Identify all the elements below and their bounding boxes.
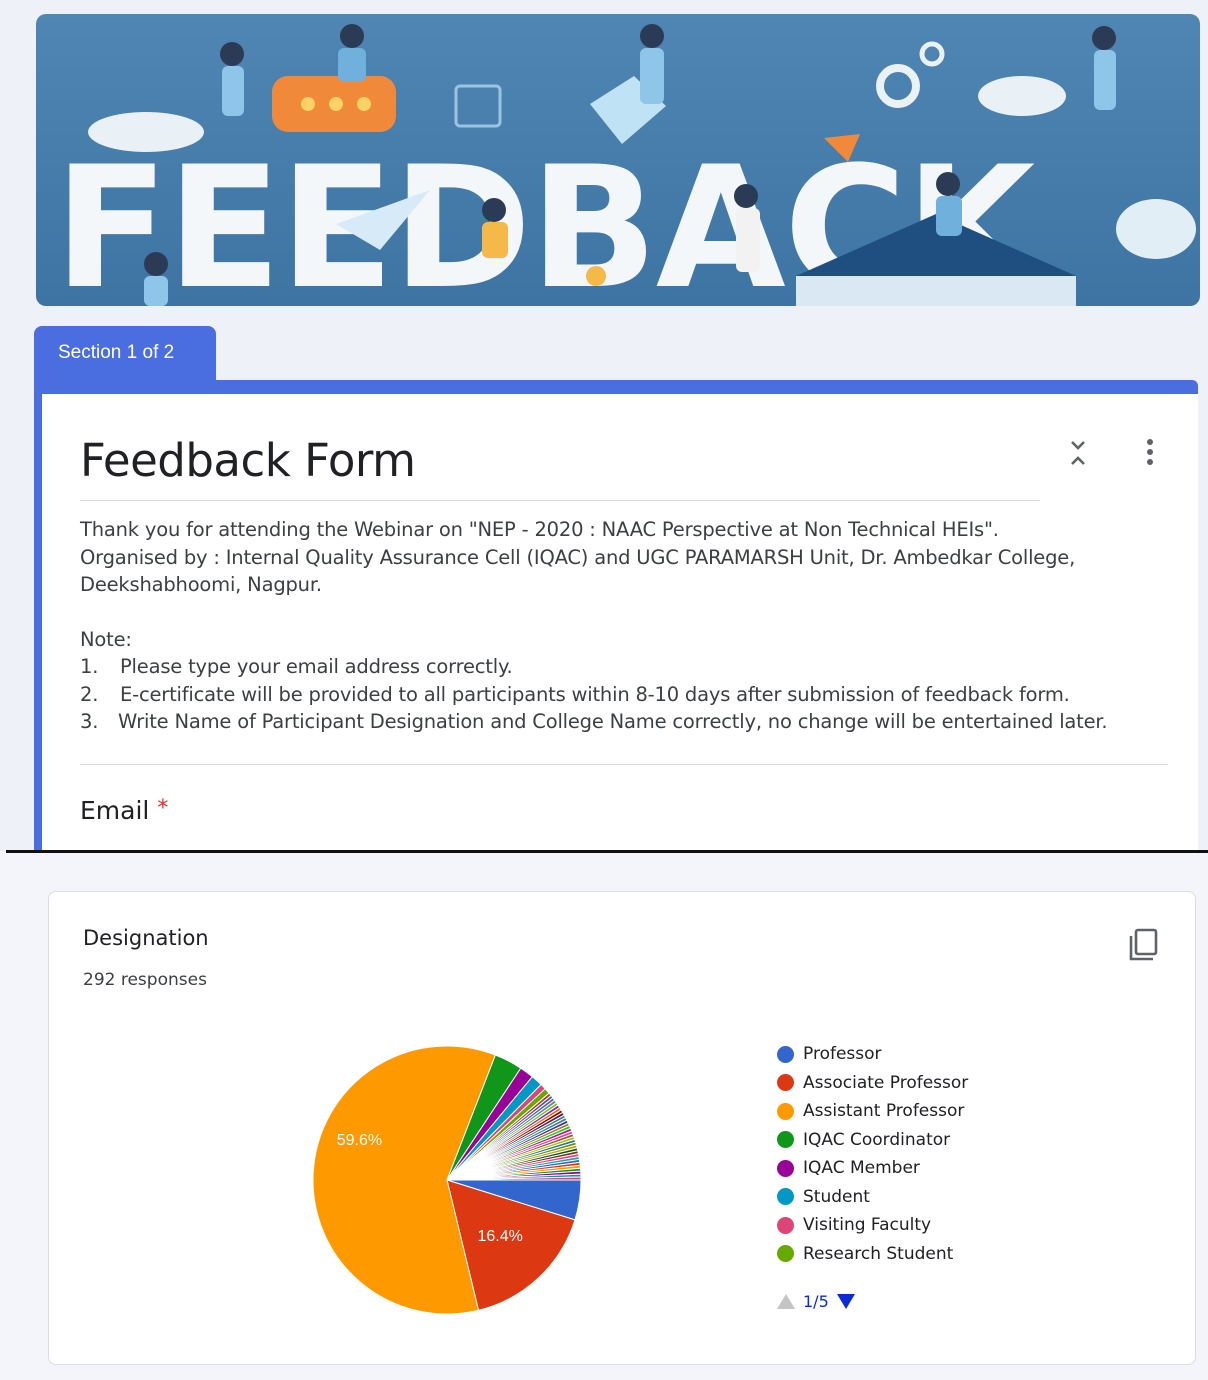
legend-pager: 1/5 [777, 1292, 855, 1311]
legend-item[interactable]: Research Student [777, 1240, 968, 1269]
chart-legend: Professor Associate Professor Assistant Pr… [777, 1040, 968, 1268]
collapse-section-button[interactable] [1064, 436, 1092, 470]
legend-item[interactable]: Student [777, 1183, 968, 1212]
arrow-down-icon[interactable] [836, 1294, 855, 1309]
form-title-card[interactable]: Feedback Form Thank you for attending th… [34, 394, 1198, 852]
required-asterisk: * [157, 796, 169, 821]
legend-swatch [777, 1216, 794, 1234]
copy-chart-button[interactable] [1125, 926, 1161, 964]
note-item: 2. E-certificate will be provided to all… [80, 682, 1070, 706]
legend-swatch [777, 1188, 794, 1206]
feedback-banner-illustration: FEEDBACK [36, 14, 1200, 306]
description-line: Thank you for attending the Webinar on "… [80, 518, 999, 541]
responses-area: Designation 292 responses 16.4% 59.6% Pro… [0, 853, 1208, 1380]
question-title: Designation [83, 926, 209, 950]
designation-pie-chart: 16.4% 59.6% [312, 1045, 582, 1315]
legend-swatch [777, 1074, 794, 1092]
legend-label: Visiting Faculty [803, 1215, 932, 1236]
email-question-label[interactable]: Email * [80, 796, 168, 825]
response-count: 292 responses [83, 970, 207, 990]
form-description[interactable]: Thank you for attending the Webinar on "… [80, 516, 1160, 736]
legend-label: Assistant Professor [803, 1101, 965, 1122]
legend-label: Student [803, 1186, 870, 1207]
note-item: 3. Write Name of Participant Designation… [80, 710, 1108, 733]
title-underline [80, 500, 1040, 501]
description-line: Organised by : Internal Quality Assuranc… [80, 545, 1076, 597]
legend-swatch [777, 1245, 794, 1263]
legend-item[interactable]: IQAC Member [777, 1154, 968, 1183]
legend-label: IQAC Coordinator [803, 1129, 951, 1150]
form-editor-area: FEEDBACK Section 1 of 2 Feedback Form Th… [0, 0, 1208, 852]
more-vert-icon [1147, 439, 1153, 465]
legend-label: Research Student [803, 1243, 954, 1264]
legend-item[interactable]: Professor [777, 1040, 968, 1069]
more-options-button[interactable] [1136, 436, 1164, 470]
description-divider [80, 764, 1168, 765]
section-indicator-label: Section 1 of 2 [58, 342, 175, 363]
legend-item[interactable]: Assistant Professor [777, 1097, 968, 1126]
note-item: 1. Please type your email address correc… [80, 655, 513, 678]
collapse-icon [1071, 441, 1085, 465]
legend-label: IQAC Member [803, 1158, 920, 1179]
response-summary-card: Designation 292 responses 16.4% 59.6% Pro… [48, 891, 1196, 1365]
legend-swatch [777, 1159, 794, 1177]
legend-item[interactable]: IQAC Coordinator [777, 1126, 968, 1155]
legend-label: Professor [803, 1044, 882, 1065]
legend-swatch [777, 1045, 794, 1063]
note-label: Note: [80, 627, 132, 651]
legend-page-indicator: 1/5 [803, 1292, 829, 1311]
legend-item[interactable]: Associate Professor [777, 1069, 968, 1098]
legend-swatch [777, 1131, 794, 1149]
legend-label: Associate Professor [803, 1072, 969, 1093]
arrow-up-icon[interactable] [777, 1294, 795, 1309]
header-banner-image: FEEDBACK [36, 14, 1200, 306]
form-title[interactable]: Feedback Form [80, 434, 416, 487]
section-indicator-tab: Section 1 of 2 [34, 326, 216, 386]
pie-data-label: 59.6% [337, 1132, 382, 1149]
legend-item[interactable]: Visiting Faculty [777, 1211, 968, 1240]
legend-swatch [777, 1102, 794, 1120]
copy-icon [1129, 928, 1158, 961]
pie-data-label: 16.4% [477, 1228, 522, 1245]
